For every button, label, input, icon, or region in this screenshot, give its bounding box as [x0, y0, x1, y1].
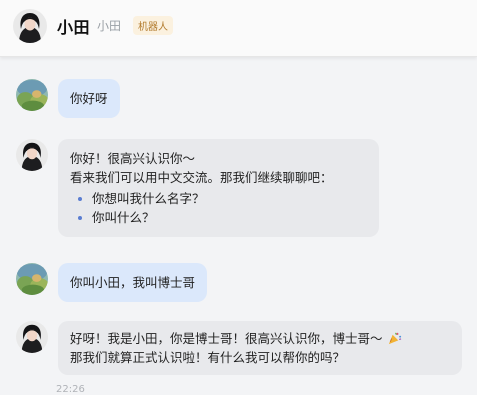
party-popper-icon [388, 332, 401, 345]
message-line: 你好！很高兴认识你～ [70, 151, 196, 166]
bot-avatar[interactable] [16, 139, 48, 171]
bot-message-bubble: 你好！很高兴认识你～ 看来我们可以用中文交流。那我们继续聊聊吧： 你想叫我什么名… [58, 139, 379, 237]
message-line: 看来我们可以用中文交流。那我们继续聊聊吧： [70, 170, 333, 185]
message-text: 你好呀 [70, 91, 108, 106]
message-list[interactable]: 你好呀 你好！很高兴认识你～ 看来我们可以用中文交流。那我们继续聊聊吧： 你想叫… [0, 57, 477, 390]
bot-avatar[interactable] [13, 9, 47, 43]
bot-badge: 机器人 [133, 16, 173, 35]
message-line: 好呀！我是小田，你是博士哥！很高兴认识你，博士哥～ [70, 329, 450, 348]
list-item: 你叫什么？ [78, 208, 367, 227]
user-avatar[interactable] [16, 79, 48, 111]
message-line: 那我们就算正式认识啦！有什么我可以帮你的吗？ [70, 350, 346, 365]
user-message-bubble: 你好呀 [58, 79, 120, 118]
list-item: 你想叫我什么名字？ [78, 189, 367, 208]
chat-header: 小田 小田 机器人 [0, 0, 477, 57]
message-text: 你叫小田，我叫博士哥 [70, 275, 196, 290]
user-avatar[interactable] [16, 263, 48, 295]
contact-subname: 小田 [97, 19, 122, 33]
message-text: 好呀！我是小田，你是博士哥！很高兴认识你，博士哥～ [70, 331, 383, 346]
bot-avatar[interactable] [16, 321, 48, 353]
contact-name: 小田 [57, 18, 91, 37]
message-list-items: 你想叫我什么名字？ 你叫什么？ [70, 189, 367, 227]
bot-message-bubble: 好呀！我是小田，你是博士哥！很高兴认识你，博士哥～ 那我们就算正式认识啦！有什么… [58, 321, 462, 375]
user-message-bubble: 你叫小田，我叫博士哥 [58, 263, 208, 302]
